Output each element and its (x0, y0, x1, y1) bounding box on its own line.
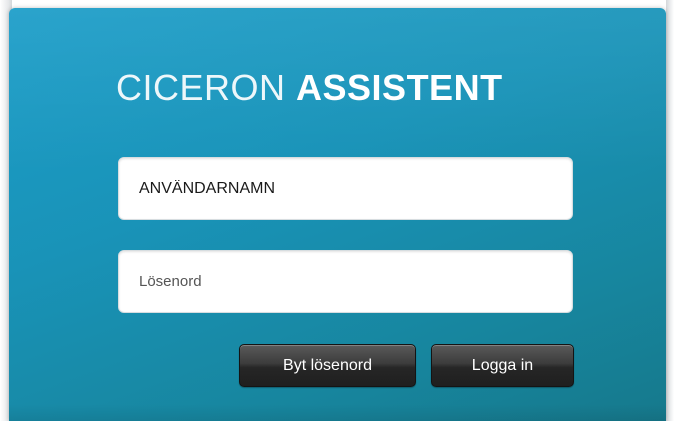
login-button[interactable]: Logga in (431, 344, 574, 387)
username-field[interactable] (118, 157, 573, 220)
app-title-light: CICERON (116, 67, 286, 108)
app-title-bold: ASSISTENT (296, 67, 503, 108)
right-shadow (666, 0, 674, 421)
login-screen: CICERON ASSISTENT Byt lösenord Logga in (0, 0, 674, 421)
change-password-button[interactable]: Byt lösenord (239, 344, 416, 387)
password-field[interactable] (118, 250, 573, 313)
app-title: CICERON ASSISTENT (116, 66, 503, 110)
panel-bottom-shade (9, 404, 666, 421)
username-input[interactable] (119, 158, 572, 219)
password-input[interactable] (119, 251, 572, 312)
